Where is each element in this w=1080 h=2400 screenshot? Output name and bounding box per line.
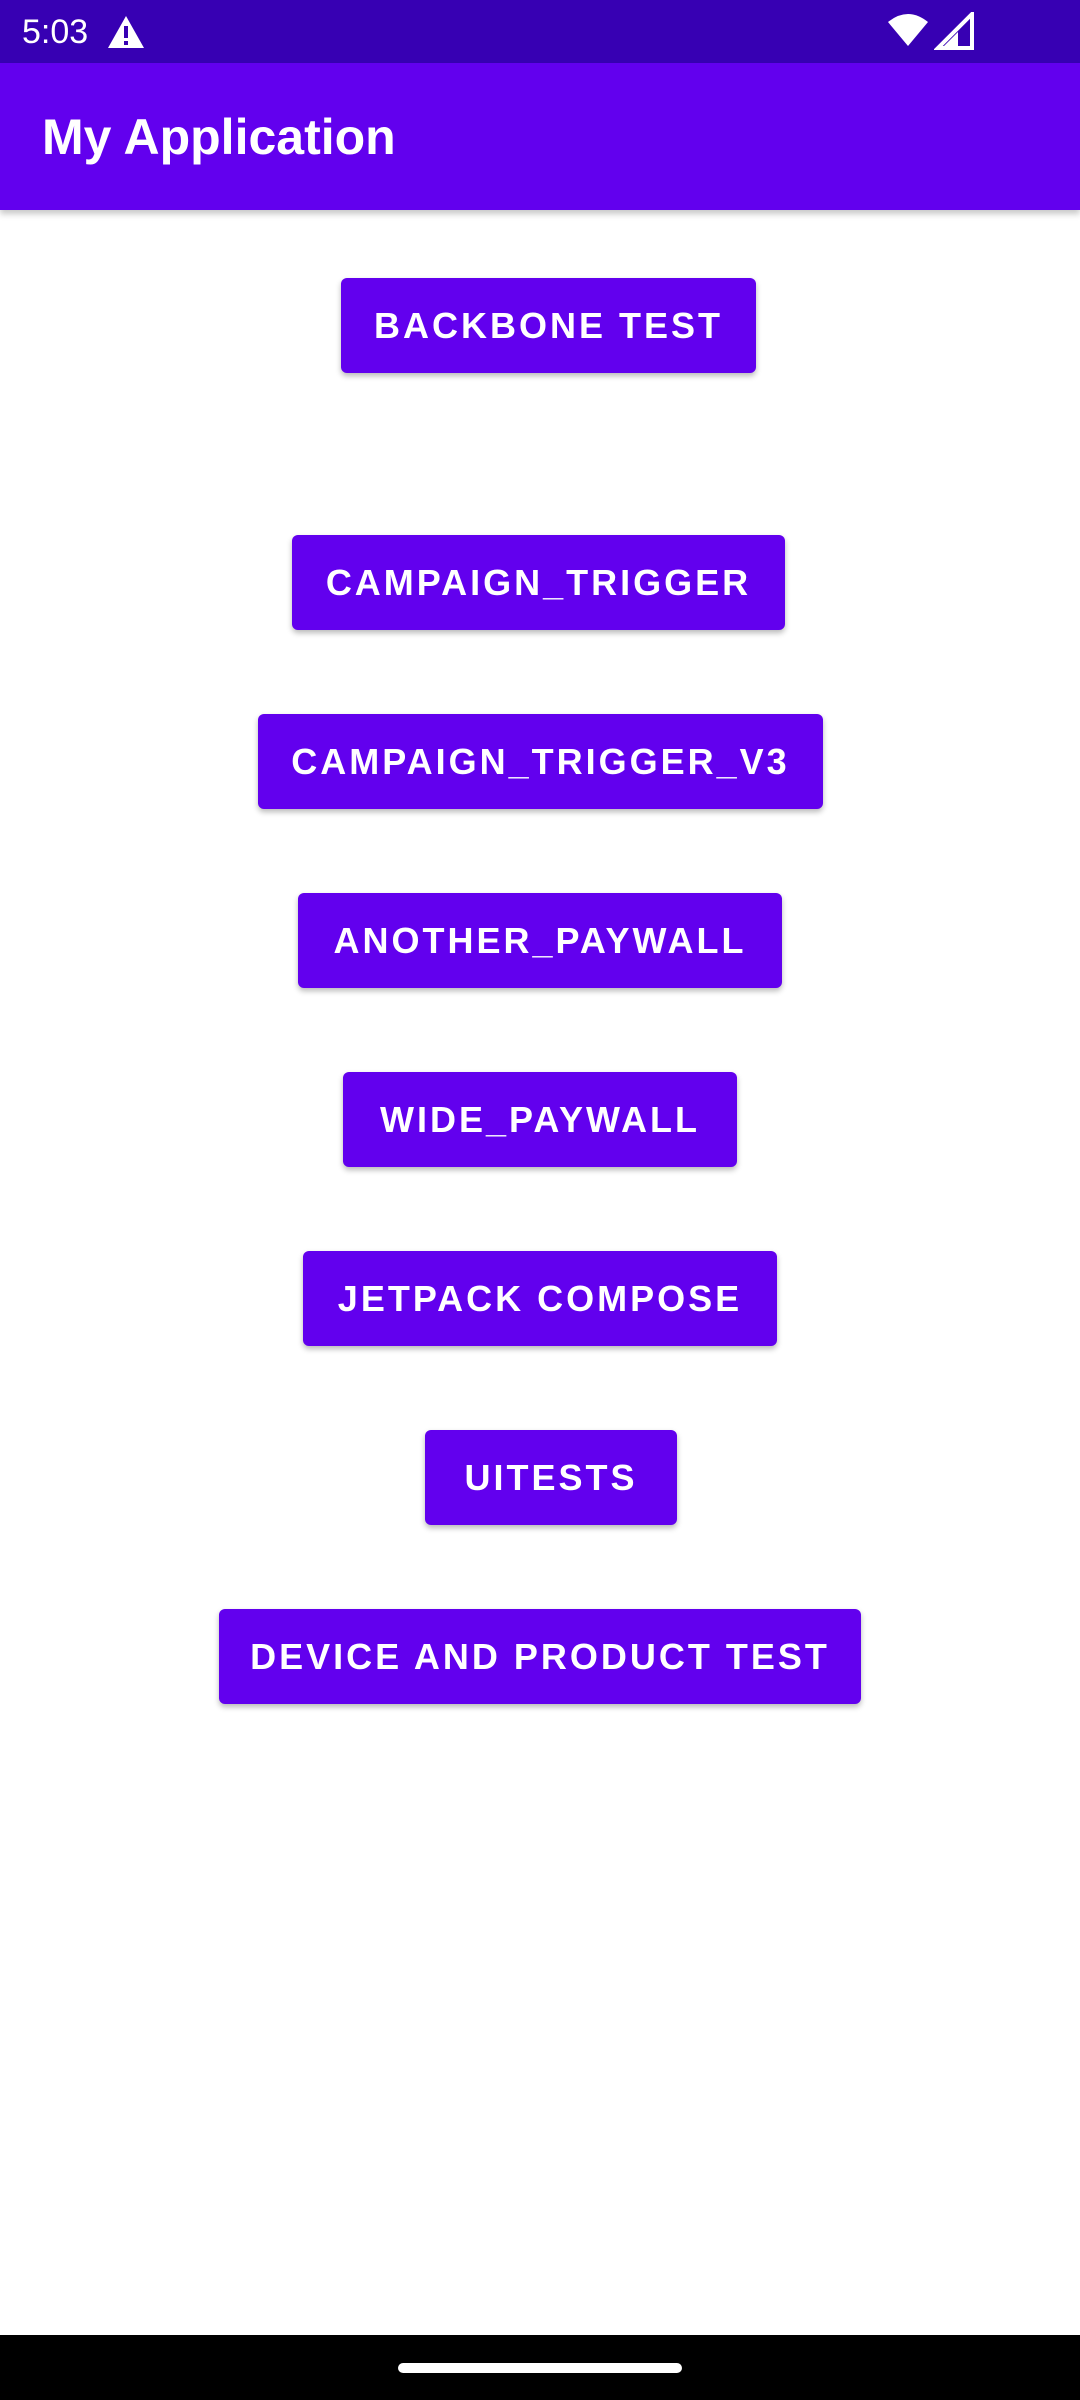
home-gesture-handle[interactable] — [398, 2363, 682, 2373]
navigation-bar — [0, 2335, 1080, 2400]
jetpack-compose-button[interactable]: JETPACK COMPOSE — [303, 1251, 777, 1346]
wide-paywall-button[interactable]: WIDE_PAYWALL — [343, 1072, 737, 1167]
status-time: 5:03 — [22, 13, 89, 51]
app-bar: My Application — [0, 63, 1080, 210]
campaign-trigger-button[interactable]: CAMPAIGN_TRIGGER — [292, 535, 785, 630]
backbone-test-button[interactable]: BACKBONE TEST — [341, 278, 756, 373]
status-bar: 5:03 — [0, 0, 1080, 63]
button-list: BACKBONE TEST CAMPAIGN_TRIGGER CAMPAIGN_… — [0, 210, 1080, 2335]
uitests-button[interactable]: UITESTS — [425, 1430, 677, 1525]
signal-icon — [933, 9, 974, 50]
device-and-product-test-button[interactable]: DEVICE AND PRODUCT TEST — [219, 1609, 861, 1704]
warning-icon — [106, 14, 146, 50]
app-title: My Application — [42, 109, 396, 165]
another-paywall-button[interactable]: ANOTHER_PAYWALL — [298, 893, 782, 988]
wifi-icon — [886, 12, 930, 48]
campaign-trigger-v3-button[interactable]: CAMPAIGN_TRIGGER_V3 — [258, 714, 823, 809]
